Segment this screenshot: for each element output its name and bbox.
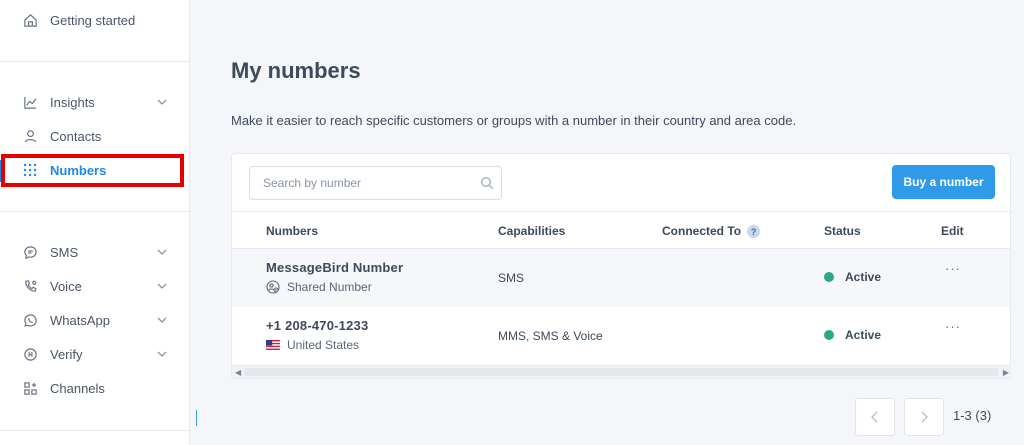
more-options-icon[interactable]: ··· (945, 319, 961, 334)
column-header-connected-to: Connected To? (662, 224, 761, 239)
person-icon (22, 128, 38, 144)
sidebar-item-label: Verify (50, 346, 83, 362)
number-subtitle-text: United States (287, 338, 360, 352)
sidebar-item-label: Channels (50, 380, 105, 396)
us-flag-icon (266, 338, 280, 352)
chevron-down-icon (157, 99, 167, 105)
table-row[interactable]: MessageBird Number Shared Number SMS Act… (232, 249, 1010, 307)
sidebar: Getting started Insights Contacts Number… (0, 0, 190, 445)
more-options-icon[interactable]: ··· (945, 261, 961, 276)
sidebar-divider (0, 211, 190, 212)
next-page-button[interactable] (904, 398, 944, 436)
sidebar-item-label: Insights (50, 94, 95, 110)
previous-page-button[interactable] (855, 398, 895, 436)
sidebar-item-sms[interactable]: SMS (0, 237, 190, 267)
sidebar-item-voice[interactable]: Voice (0, 271, 190, 301)
scroll-right-icon[interactable]: ▶ (1003, 368, 1009, 377)
line-chart-icon (22, 94, 38, 110)
badge-icon (22, 346, 38, 362)
number-subtitle-text: Shared Number (287, 280, 372, 294)
sidebar-item-label: Numbers (50, 162, 107, 178)
capabilities-cell: MMS, SMS & Voice (498, 329, 603, 343)
status-dot (824, 272, 834, 282)
sidebar-item-label: Voice (50, 278, 82, 294)
pagination-info: 1-3 (3) (953, 408, 992, 423)
dial-pad-icon (22, 162, 38, 178)
column-header-label: Connected To (662, 224, 742, 238)
sidebar-item-label: Contacts (50, 128, 102, 144)
column-header-capabilities[interactable]: Capabilities (498, 224, 565, 238)
chevron-right-icon (921, 411, 928, 423)
help-icon[interactable]: ? (747, 225, 761, 239)
scrollbar-thumb[interactable] (244, 368, 998, 376)
phone-icon (22, 278, 38, 294)
number-subtitle: Shared Number (266, 280, 372, 294)
status-badge: Active (824, 270, 881, 284)
sidebar-item-label: SMS (50, 244, 79, 260)
sidebar-item-verify[interactable]: Verify (0, 339, 190, 369)
column-header-numbers[interactable]: Numbers (266, 224, 318, 238)
number-subtitle: United States (266, 338, 359, 352)
column-header-edit: Edit (941, 224, 964, 238)
horizontal-scrollbar[interactable]: ◀ ▶ (232, 365, 1010, 378)
page-title: My numbers (231, 58, 361, 83)
column-header-status[interactable]: Status (824, 224, 861, 238)
sidebar-item-contacts[interactable]: Contacts (0, 121, 190, 151)
status-text: Active (845, 328, 882, 342)
capabilities-cell: SMS (498, 271, 525, 285)
sidebar-item-whatsapp[interactable]: WhatsApp (0, 305, 190, 335)
chevron-down-icon (157, 283, 167, 289)
home-icon (22, 12, 38, 28)
status-badge: Active (824, 328, 881, 342)
page-description: Make it easier to reach specific custome… (231, 113, 797, 128)
chevron-left-icon (871, 411, 878, 423)
chat-bubble-icon (22, 244, 38, 260)
whatsapp-icon (22, 312, 38, 328)
chevron-down-icon (157, 317, 167, 323)
sidebar-divider (0, 430, 190, 431)
buy-number-button[interactable]: Buy a number (892, 165, 995, 199)
sidebar-item-label: Getting started (50, 12, 136, 28)
sidebar-item-channels[interactable]: Channels (0, 373, 190, 403)
search-input[interactable] (250, 167, 470, 199)
search-box (249, 166, 502, 200)
table-header: Numbers Capabilities Connected To? Statu… (232, 211, 1010, 249)
sidebar-divider (0, 61, 190, 62)
sidebar-item-numbers[interactable]: Numbers (0, 155, 190, 185)
scroll-left-icon[interactable]: ◀ (235, 368, 241, 377)
sidebar-item-getting-started[interactable]: Getting started (0, 5, 190, 35)
number-name: +1 208-470-1233 (266, 318, 369, 333)
number-name: MessageBird Number (266, 260, 404, 275)
numbers-card: Buy a number Numbers Capabilities Connec… (231, 153, 1011, 379)
chevron-down-icon (157, 249, 167, 255)
resize-handle[interactable] (196, 410, 197, 426)
status-dot (824, 330, 834, 340)
table-row[interactable]: +1 208-470-1233 United States MMS, SMS &… (232, 307, 1010, 365)
chevron-down-icon (157, 351, 167, 357)
grid-plus-icon (22, 380, 38, 396)
shared-number-icon (266, 280, 280, 294)
search-icon[interactable] (480, 176, 494, 190)
status-text: Active (845, 270, 882, 284)
sidebar-item-insights[interactable]: Insights (0, 87, 190, 117)
sidebar-item-label: WhatsApp (50, 312, 110, 328)
